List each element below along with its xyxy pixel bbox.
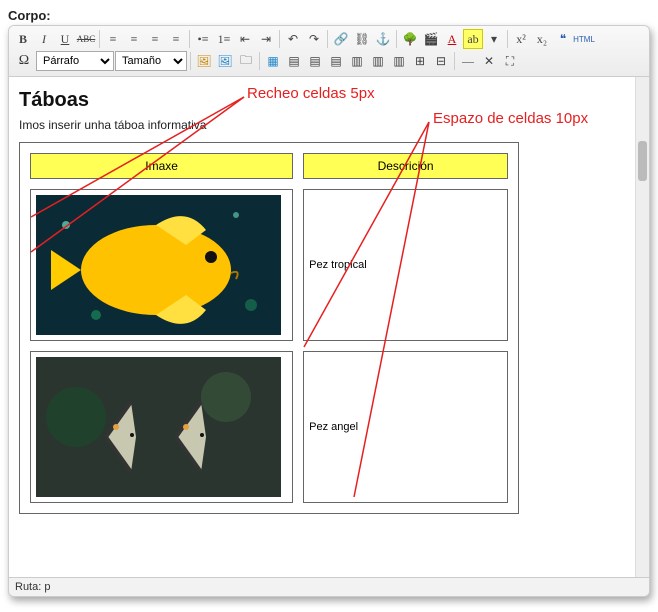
toolbar-row-2: Ω Párrafo Tamaño 🖼 🖼 🗀 ▦ ▤ ▤ ▤ ▥ ▥ ▥ ⊞ ⊟… [13,50,645,72]
editor-content[interactable]: Táboas Imos inserir unha táboa informati… [9,77,649,577]
insert-image-button[interactable]: 🖼 [194,51,214,71]
subscript-button[interactable]: x₂ [532,29,552,49]
undo-button[interactable]: ↶ [283,29,303,49]
format-select[interactable]: Párrafo [36,51,114,71]
numbered-list-button[interactable]: 1≡ [214,29,234,49]
row-after-button[interactable]: ▤ [305,51,325,71]
align-center-button[interactable]: ≡ [124,29,144,49]
special-char-button[interactable]: Ω [13,51,35,71]
tree-icon[interactable]: 🌳 [400,29,420,49]
fullscreen-button[interactable]: ⛶ [500,51,520,71]
scrollbar[interactable] [635,77,649,577]
align-justify-button[interactable]: ≡ [166,29,186,49]
separator [99,30,100,48]
link-button[interactable]: 🔗 [331,29,351,49]
table-header-image: Imaxe [30,153,293,179]
bullet-list-button[interactable]: •≡ [193,29,213,49]
image-pez-tropical [36,195,281,335]
separator [396,30,397,48]
separator [327,30,328,48]
highlight-button[interactable]: ab [463,29,483,49]
browse-button[interactable]: 🗀 [236,51,256,71]
underline-button[interactable]: U [55,29,75,49]
superscript-button[interactable]: x² [511,29,531,49]
bold-button[interactable]: B [13,29,33,49]
blockquote-button[interactable]: ▾ [484,29,504,49]
font-color-button[interactable]: A [442,29,462,49]
table-row: Pez tropical [30,189,508,341]
image-cell [30,189,293,341]
separator [454,52,455,70]
outdent-button[interactable]: ⇤ [235,29,255,49]
col-delete-button[interactable]: ▥ [389,51,409,71]
split-cell-button[interactable]: ⊞ [410,51,430,71]
separator [190,52,191,70]
align-left-button[interactable]: ≡ [103,29,123,49]
redo-button[interactable]: ↷ [304,29,324,49]
separator [507,30,508,48]
row-delete-button[interactable]: ▤ [326,51,346,71]
italic-button[interactable]: I [34,29,54,49]
horizontal-rule-button[interactable]: — [458,51,478,71]
demo-table: Imaxe Descrición [19,142,519,514]
anchor-button[interactable]: ⚓ [373,29,393,49]
html-button[interactable]: HTML [574,29,594,49]
table-header-desc: Descrición [303,153,508,179]
scrollbar-thumb[interactable] [638,141,647,181]
insert-media-button[interactable]: 🖼 [215,51,235,71]
separator [259,52,260,70]
desc-cell: Pez tropical [303,189,508,341]
align-right-button[interactable]: ≡ [145,29,165,49]
image-cell [30,351,293,503]
media-icon[interactable]: 🎬 [421,29,441,49]
col-before-button[interactable]: ▥ [347,51,367,71]
status-bar: Ruta: p [9,577,649,596]
status-path-label: Ruta: [15,581,44,593]
separator [279,30,280,48]
desc-cell: Pez angel [303,351,508,503]
toolbar: B I U ABC ≡ ≡ ≡ ≡ •≡ 1≡ ⇤ ⇥ ↶ ↷ 🔗 ⛓ ⚓ 🌳 … [9,26,649,77]
toolbar-row-1: B I U ABC ≡ ≡ ≡ ≡ •≡ 1≡ ⇤ ⇥ ↶ ↷ 🔗 ⛓ ⚓ 🌳 … [13,28,645,50]
page-title: Táboas [19,89,639,112]
quote-button[interactable]: ❝ [553,29,573,49]
merge-cell-button[interactable]: ⊟ [431,51,451,71]
image-pez-angel [36,357,281,497]
separator [189,30,190,48]
editor-shell: B I U ABC ≡ ≡ ≡ ≡ •≡ 1≡ ⇤ ⇥ ↶ ↷ 🔗 ⛓ ⚓ 🌳 … [8,25,650,597]
col-after-button[interactable]: ▥ [368,51,388,71]
font-size-select[interactable]: Tamaño [115,51,187,71]
row-before-button[interactable]: ▤ [284,51,304,71]
remove-format-button[interactable]: ✕ [479,51,499,71]
indent-button[interactable]: ⇥ [256,29,276,49]
page-subtitle: Imos inserir unha táboa informativa [19,118,639,132]
status-path-value[interactable]: p [44,581,50,593]
insert-table-button[interactable]: ▦ [263,51,283,71]
strikethrough-button[interactable]: ABC [76,29,96,49]
table-header-row: Imaxe Descrición [30,153,508,179]
unlink-button[interactable]: ⛓ [352,29,372,49]
table-row: Pez angel [30,351,508,503]
field-label: Corpo: [8,8,650,23]
